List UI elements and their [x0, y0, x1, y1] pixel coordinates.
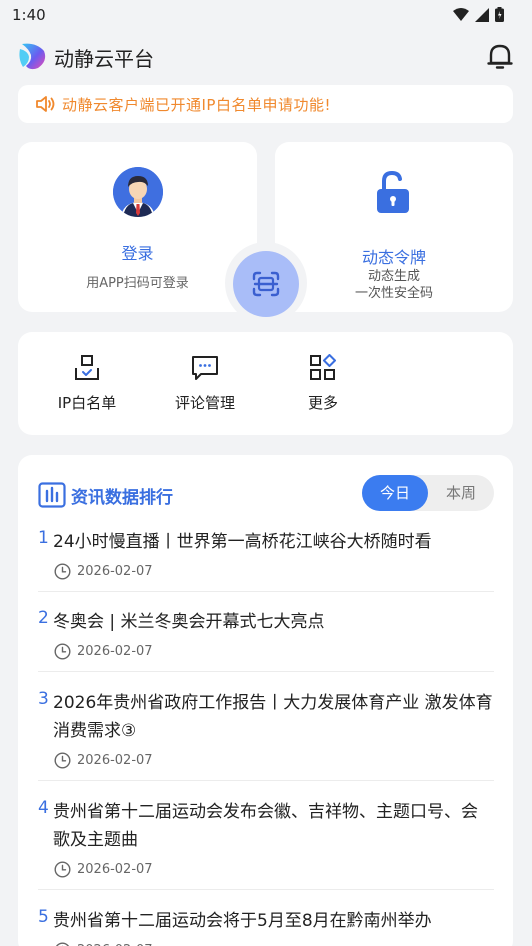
scan-button[interactable] — [233, 251, 299, 317]
news-rank: 5 — [38, 907, 49, 927]
notice-text: 动静云客户端已开通IP白名单申请功能! — [62, 95, 331, 114]
scan-icon — [252, 271, 280, 297]
clock-icon — [54, 861, 71, 878]
news-headline: 贵州省第十二届运动会将于5月至8月在黔南州举办 — [53, 911, 432, 931]
news-item[interactable]: 5 贵州省第十二届运动会将于5月至8月在黔南州举办 2026-02-07 — [38, 907, 494, 946]
period-toggle: 今日 本周 — [362, 475, 494, 511]
news-item[interactable]: 1 24小时慢直播丨世界第一高桥花江峡谷大桥随时看 2026-02-07 — [38, 528, 494, 588]
quick-action-ip-whitelist[interactable]: IP白名单 — [37, 354, 137, 413]
divider — [38, 780, 494, 781]
wifi-icon — [453, 7, 469, 21]
battery-icon — [495, 7, 504, 22]
quick-action-label: 更多 — [307, 394, 338, 412]
signal-icon — [475, 7, 489, 22]
quick-action-comments[interactable]: 评论管理 — [155, 354, 255, 413]
news-date: 2026-02-07 — [54, 861, 153, 878]
dynamic-token-subtitle-2: 一次性安全码 — [354, 286, 433, 301]
status-icons — [453, 7, 504, 22]
unlock-icon — [377, 170, 409, 213]
tab-today[interactable]: 今日 — [362, 475, 428, 511]
status-bar: 1:40 — [0, 0, 532, 30]
quick-action-label: IP白名单 — [57, 394, 117, 412]
news-item[interactable]: 4 贵州省第十二届运动会发布会徽、吉祥物、主题口号、会歌及主题曲 2026-02… — [38, 798, 494, 886]
quick-action-label: 评论管理 — [174, 394, 235, 412]
news-headline: 冬奥会 | 米兰冬奥会开幕式七大亮点 — [53, 612, 325, 632]
clock-icon — [54, 752, 71, 769]
news-headline: 贵州省第十二届运动会发布会徽、吉祥物、主题口号、会歌及主题曲 — [53, 802, 478, 850]
news-date-text: 2026-02-07 — [77, 564, 153, 579]
news-date-text: 2026-02-07 — [77, 644, 153, 659]
ip-whitelist-icon — [75, 355, 99, 380]
news-headline: 24小时慢直播丨世界第一高桥花江峡谷大桥随时看 — [53, 532, 432, 552]
status-time: 1:40 — [12, 6, 46, 24]
app-header: 动静云平台 — [0, 30, 532, 82]
news-rank: 1 — [38, 528, 49, 548]
news-date-text: 2026-02-07 — [77, 862, 153, 877]
bar-chart-icon — [38, 482, 66, 508]
notification-bell-icon[interactable] — [486, 42, 514, 70]
news-ranking-card: 资讯数据排行 今日 本周 1 24小时慢直播丨世界第一高桥花江峡谷大桥随时看 2… — [18, 455, 513, 946]
news-item[interactable]: 2 冬奥会 | 米兰冬奥会开幕式七大亮点 2026-02-07 — [38, 608, 494, 668]
news-date: 2026-02-07 — [54, 563, 153, 580]
news-ranking-title: 资讯数据排行 — [71, 488, 173, 508]
tab-week[interactable]: 本周 — [428, 475, 494, 511]
app-title: 动静云平台 — [54, 47, 154, 71]
quick-action-more[interactable]: 更多 — [273, 354, 373, 413]
login-subtitle: 用APP扫码可登录 — [86, 276, 189, 291]
more-grid-icon — [310, 354, 336, 380]
news-date-text: 2026-02-07 — [77, 753, 153, 768]
clock-icon — [54, 563, 71, 580]
clock-icon — [54, 643, 71, 660]
news-item[interactable]: 3 2026年贵州省政府工作报告丨大力发展体育产业 激发体育消费需求③ 2026… — [38, 689, 494, 777]
login-card[interactable]: 登录 用APP扫码可登录 — [18, 142, 257, 312]
speaker-icon — [36, 96, 55, 112]
divider — [38, 591, 494, 592]
news-headline: 2026年贵州省政府工作报告丨大力发展体育产业 激发体育消费需求③ — [53, 693, 493, 741]
news-date: 2026-02-07 — [54, 643, 153, 660]
news-date: 2026-02-07 — [54, 942, 153, 946]
news-rank: 2 — [38, 608, 49, 628]
dynamic-token-card[interactable]: 动态令牌 动态生成 一次性安全码 — [275, 142, 513, 312]
news-date: 2026-02-07 — [54, 752, 153, 769]
news-rank: 3 — [38, 689, 49, 709]
quick-actions-card: IP白名单 评论管理 更多 — [18, 332, 513, 435]
login-label: 登录 — [121, 244, 154, 263]
clock-icon — [55, 942, 70, 946]
news-rank: 4 — [38, 798, 49, 818]
comment-icon — [192, 356, 218, 380]
app-logo — [19, 43, 46, 70]
divider — [38, 889, 494, 890]
divider — [38, 671, 494, 672]
avatar — [113, 167, 163, 217]
notice-bar[interactable]: 动静云客户端已开通IP白名单申请功能! — [18, 85, 513, 123]
